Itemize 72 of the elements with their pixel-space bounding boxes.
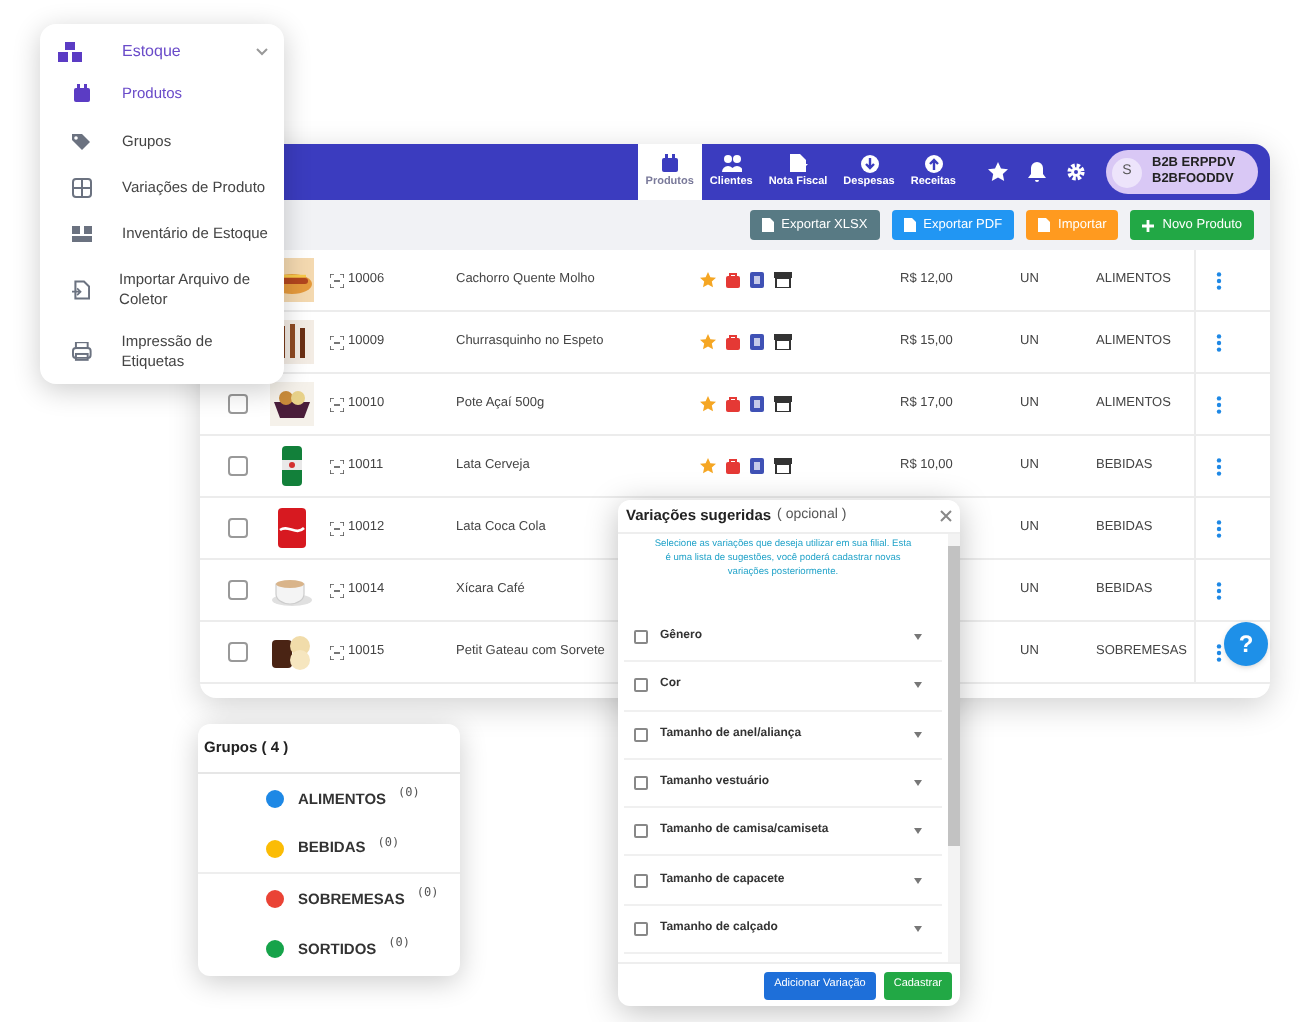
variation-checkbox[interactable] — [634, 873, 648, 888]
chevron-down-icon[interactable] — [914, 877, 922, 884]
upload-icon — [923, 154, 944, 175]
bag-icon — [726, 458, 740, 474]
document-icon — [788, 154, 808, 175]
variation-checkbox[interactable] — [634, 678, 648, 693]
bag-icon — [726, 334, 740, 350]
variation-checkbox[interactable] — [634, 776, 648, 791]
chevron-down-icon[interactable] — [914, 828, 922, 835]
barcode-scan-icon — [330, 273, 344, 287]
chevron-down-icon[interactable] — [914, 731, 922, 738]
document-icon — [750, 334, 764, 350]
row-checkbox[interactable] — [228, 580, 248, 600]
row-checkbox[interactable] — [228, 518, 248, 538]
more-options-icon[interactable] — [1215, 643, 1221, 661]
chevron-down-icon[interactable] — [914, 925, 922, 932]
row-checkbox[interactable] — [228, 456, 248, 476]
document-icon — [750, 272, 764, 288]
barcode-scan-icon — [330, 521, 344, 535]
barcode-scan-icon — [330, 645, 344, 659]
star-icon — [700, 272, 716, 288]
file-import-icon — [72, 279, 90, 300]
store-icon — [774, 272, 792, 288]
more-options-icon[interactable] — [1215, 457, 1221, 475]
more-options-icon[interactable] — [1215, 333, 1221, 351]
variation-checkbox[interactable] — [634, 824, 648, 839]
calendar-icon — [659, 154, 680, 175]
more-options-icon[interactable] — [1215, 581, 1221, 599]
row-checkbox[interactable] — [228, 642, 248, 662]
star-icon — [700, 396, 716, 412]
document-icon — [750, 396, 764, 412]
star-icon — [700, 334, 716, 350]
store-icon — [774, 396, 792, 412]
barcode-scan-icon — [330, 397, 344, 411]
variation-checkbox[interactable] — [634, 727, 648, 742]
calendar-icon — [72, 84, 92, 105]
people-icon — [721, 154, 742, 175]
document-icon — [750, 458, 764, 474]
row-checkbox[interactable] — [228, 394, 248, 414]
chevron-down-icon[interactable] — [914, 682, 922, 689]
star-icon — [700, 458, 716, 474]
plus-icon — [1142, 219, 1155, 231]
file-icon — [903, 218, 916, 232]
chevron-down-icon — [256, 47, 268, 56]
boxes-icon — [72, 224, 92, 245]
scrollbar-thumb[interactable] — [948, 546, 960, 846]
barcode-scan-icon — [330, 459, 344, 473]
star-icon[interactable] — [988, 162, 1008, 182]
boxes-icon — [58, 41, 82, 62]
printer-icon — [72, 342, 92, 363]
settings-icon[interactable] — [1066, 162, 1086, 182]
barcode-scan-icon — [330, 583, 344, 597]
chevron-down-icon[interactable] — [914, 634, 922, 641]
chevron-down-icon[interactable] — [914, 780, 922, 787]
bell-icon[interactable] — [1028, 162, 1046, 182]
bag-icon — [726, 396, 740, 412]
barcode-scan-icon — [330, 335, 344, 349]
menu-title: Estoque — [122, 39, 181, 64]
grid-icon — [72, 177, 92, 198]
more-options-icon[interactable] — [1215, 271, 1221, 289]
variation-checkbox[interactable] — [634, 630, 648, 645]
more-options-icon[interactable] — [1215, 395, 1221, 413]
tags-icon — [72, 131, 92, 152]
more-options-icon[interactable] — [1215, 519, 1221, 537]
store-icon — [774, 334, 792, 350]
close-icon[interactable] — [940, 510, 952, 522]
download-icon — [859, 154, 880, 175]
store-icon — [774, 458, 792, 474]
bag-icon — [726, 272, 740, 288]
variation-checkbox[interactable] — [634, 921, 648, 936]
file-icon — [761, 218, 774, 232]
file-icon — [1038, 218, 1051, 232]
